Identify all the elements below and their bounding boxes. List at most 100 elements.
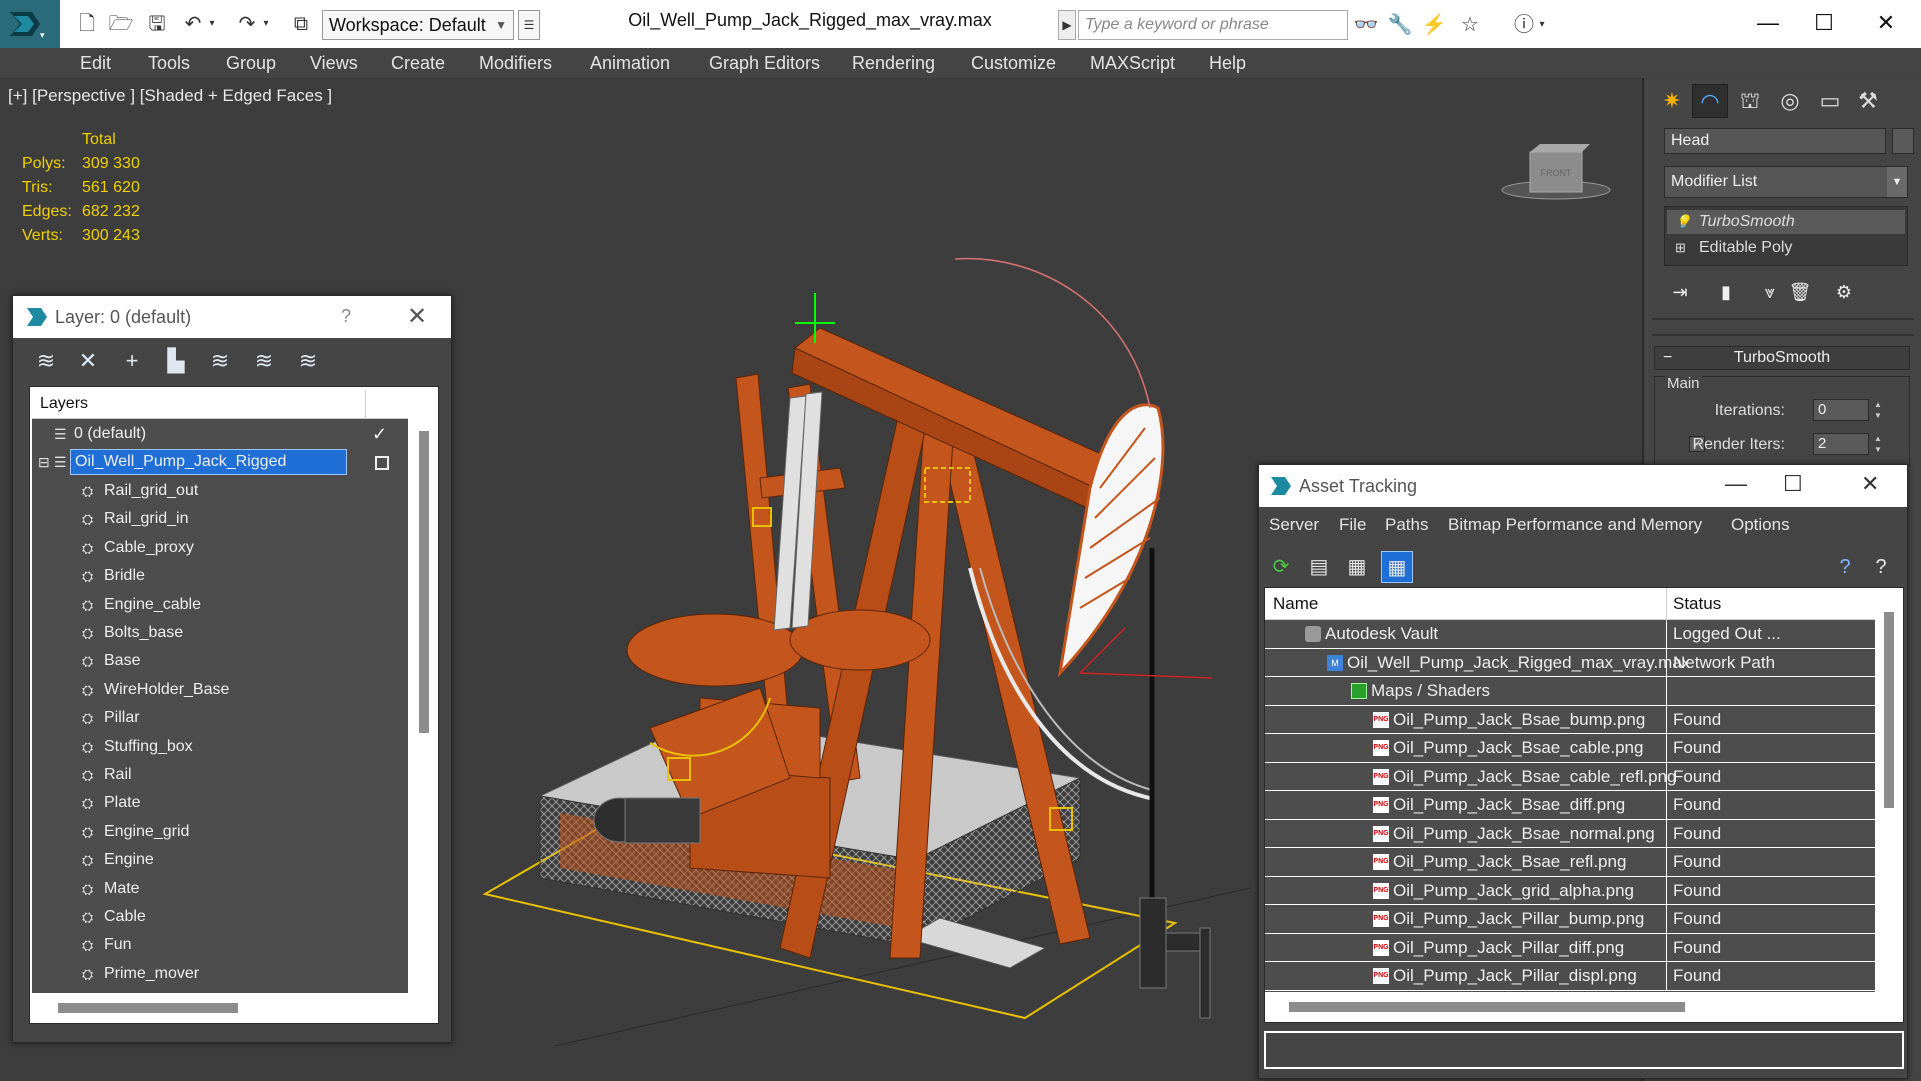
layer-object-row[interactable]: ⛭ Rail_grid_in xyxy=(32,505,408,533)
minimize-button[interactable]: — xyxy=(1740,4,1796,42)
asset-rows[interactable]: Autodesk Vault Logged Out ... M Oil_Well_Pu… xyxy=(1265,620,1875,992)
asset-row[interactable]: PNG Oil_Pump_Jack_Pillar_diff.png Found xyxy=(1265,933,1875,962)
layer-object-row[interactable]: ⛭ Engine_grid xyxy=(32,818,408,846)
layer-row-default[interactable]: ☰ 0 (default) ✓ xyxy=(32,420,408,448)
scrollbar-thumb[interactable] xyxy=(419,431,429,733)
set-active-box[interactable] xyxy=(375,456,389,470)
project-folder-icon[interactable]: ⧉ xyxy=(286,10,316,38)
menu-file[interactable]: File xyxy=(1339,515,1366,535)
layer-object-row[interactable]: ⛭ Cable_proxy xyxy=(32,534,408,562)
create-tab-icon[interactable]: ✷ xyxy=(1654,84,1690,118)
menu-graph-editors[interactable]: Graph Editors xyxy=(709,48,820,78)
menu-group[interactable]: Group xyxy=(226,48,276,78)
object-color-swatch[interactable] xyxy=(1892,128,1914,154)
table-view-icon[interactable]: ▦ xyxy=(1381,551,1413,583)
asset-row[interactable]: PNG Oil_Pump_Jack_Bsae_cable_refl.png Foun… xyxy=(1265,762,1875,791)
modify-tab-icon[interactable]: ◠ xyxy=(1692,84,1728,118)
layer-object-row[interactable]: ⛭ Engine xyxy=(32,846,408,874)
asset-row[interactable]: PNG Oil_Pump_Jack_Bsae_refl.png Found xyxy=(1265,848,1875,877)
modifier-list-dropdown[interactable]: Modifier List ▼ xyxy=(1664,166,1908,198)
collapse-icon[interactable]: ⊟ xyxy=(38,448,50,476)
active-layer-check-icon[interactable]: ✓ xyxy=(372,420,387,448)
help-icon[interactable]: ? xyxy=(341,306,351,327)
configure-sets-icon[interactable]: ⚙ xyxy=(1830,278,1858,306)
column-header[interactable]: Layers xyxy=(32,389,408,419)
search-expand-button[interactable]: ▶ xyxy=(1058,10,1076,40)
scrollbar-thumb[interactable] xyxy=(1884,612,1894,808)
delete-layer-icon[interactable]: ✕ xyxy=(71,344,105,378)
menu-animation[interactable]: Animation xyxy=(590,48,670,78)
layer-object-row[interactable]: ⛭ Bridle xyxy=(32,562,408,590)
close-icon[interactable]: ✕ xyxy=(1861,471,1879,497)
create-layer-icon[interactable]: + xyxy=(115,344,149,378)
close-icon[interactable]: ✕ xyxy=(407,302,427,331)
close-button[interactable]: ✕ xyxy=(1858,4,1914,42)
menu-views[interactable]: Views xyxy=(310,48,358,78)
lightbulb-icon[interactable]: 💡 xyxy=(1675,210,1691,234)
layer-object-row[interactable]: ⛭ Cable xyxy=(32,903,408,931)
wrench-icon[interactable]: 🔧 xyxy=(1384,10,1416,40)
redo-dropdown-icon[interactable]: ▾ xyxy=(258,10,274,38)
horizontal-scrollbar[interactable] xyxy=(1265,994,1875,1020)
column-header-status[interactable]: Status xyxy=(1673,588,1721,620)
layer-object-row[interactable]: ⛭ Fun xyxy=(32,931,408,959)
layer-settings-icon[interactable]: ≋ xyxy=(29,344,63,378)
layer-object-row[interactable]: ⛭ Mate xyxy=(32,875,408,903)
asset-row[interactable]: PNG Oil_Pump_Jack_Bsae_diff.png Found xyxy=(1265,791,1875,820)
new-file-icon[interactable]: 🗋 xyxy=(72,10,102,38)
minimize-icon[interactable]: — xyxy=(1725,471,1747,497)
asset-row[interactable]: M Oil_Well_Pump_Jack_Rigged_max_vray.max N… xyxy=(1265,648,1875,677)
asset-row[interactable]: PNG Oil_Pump_Jack_Bsae_cable.png Found xyxy=(1265,734,1875,763)
column-header-name[interactable]: Name xyxy=(1273,588,1318,620)
asset-path-field[interactable] xyxy=(1264,1031,1904,1069)
iterations-input[interactable]: 0 xyxy=(1813,399,1869,421)
menu-edit[interactable]: Edit xyxy=(80,48,111,78)
stack-item-editable-poly[interactable]: ⊞ Editable Poly xyxy=(1667,236,1905,260)
menu-create[interactable]: Create xyxy=(391,48,445,78)
show-end-result-icon[interactable]: ▮ xyxy=(1712,278,1740,306)
viewcube-icon[interactable]: FRONT xyxy=(1500,138,1612,208)
spinner-icon[interactable]: ▲ ▼ xyxy=(1871,399,1885,421)
layer-object-row[interactable]: ⛭ WireHolder_Base xyxy=(32,676,408,704)
dialog-title-bar[interactable]: Asset Tracking — ☐ ✕ xyxy=(1259,465,1907,507)
open-file-icon[interactable]: 🗁 xyxy=(106,10,136,38)
save-icon[interactable]: 🖫 xyxy=(142,10,172,38)
viewport-label[interactable]: [+] [Perspective ] [Shaded + Edged Faces… xyxy=(8,86,332,106)
motion-tab-icon[interactable]: ◎ xyxy=(1772,84,1808,118)
menu-server[interactable]: Server xyxy=(1269,515,1319,535)
workspace-select[interactable]: Workspace: Default ▼ xyxy=(322,10,514,40)
layer-object-row[interactable]: ⛭ Stuffing_box xyxy=(32,733,408,761)
asset-row[interactable]: PNG Oil_Pump_Jack_grid_alpha.png Found xyxy=(1265,876,1875,905)
layer-object-row[interactable]: ⛭ Pillar xyxy=(32,704,408,732)
add-selection-icon[interactable]: ▙ xyxy=(159,344,193,378)
menu-paths[interactable]: Paths xyxy=(1385,515,1428,535)
asset-row[interactable]: PNG Oil_Pump_Jack_Pillar_bump.png Found xyxy=(1265,905,1875,934)
asset-row[interactable]: Autodesk Vault Logged Out ... xyxy=(1265,620,1875,649)
menu-rendering[interactable]: Rendering xyxy=(852,48,935,78)
layer-object-row[interactable]: ⛭ Plate xyxy=(32,789,408,817)
layer-object-row[interactable]: ⛭ Prime_mover xyxy=(32,960,408,988)
layer-object-row[interactable]: ⛭ Rail xyxy=(32,761,408,789)
menu-bitmap-performance[interactable]: Bitmap Performance and Memory xyxy=(1448,515,1702,535)
display-tab-icon[interactable]: ▭ xyxy=(1812,84,1848,118)
asset-row[interactable]: PNG Oil_Pump_Jack_Bsae_bump.png Found xyxy=(1265,705,1875,734)
thumbnail-view-icon[interactable]: ▦ xyxy=(1341,551,1373,583)
maximize-icon[interactable]: ☐ xyxy=(1783,471,1803,497)
layer-list[interactable]: Layers ☰ 0 (default) ✓ ⊟ ☰ Oil_Well_Pump… xyxy=(32,389,408,993)
menu-maxscript[interactable]: MAXScript xyxy=(1090,48,1175,78)
satellite-icon[interactable]: ⚡ xyxy=(1418,10,1450,40)
list-view-icon[interactable]: ▤ xyxy=(1303,551,1335,583)
star-icon[interactable]: ☆ xyxy=(1454,10,1486,40)
layer-object-row[interactable]: ⛭ Bolts_base xyxy=(32,619,408,647)
scrollbar-thumb[interactable] xyxy=(1289,1002,1685,1012)
binoculars-icon[interactable]: 👓 xyxy=(1350,10,1382,40)
help-dropdown-icon[interactable]: ▾ xyxy=(1534,10,1550,40)
expand-plus-icon[interactable]: ⊞ xyxy=(1675,236,1686,260)
utilities-tab-icon[interactable]: ⚒ xyxy=(1850,84,1886,118)
spinner-icon[interactable]: ▲ ▼ xyxy=(1871,433,1885,455)
stack-item-turbosmooth[interactable]: 💡 TurboSmooth xyxy=(1667,210,1905,234)
remove-modifier-icon[interactable]: 🗑 xyxy=(1786,278,1814,306)
menu-options[interactable]: Options xyxy=(1731,515,1790,535)
scrollbar-thumb[interactable] xyxy=(58,1003,238,1013)
layer-object-row[interactable]: ⛭ Engine_cable xyxy=(32,591,408,619)
